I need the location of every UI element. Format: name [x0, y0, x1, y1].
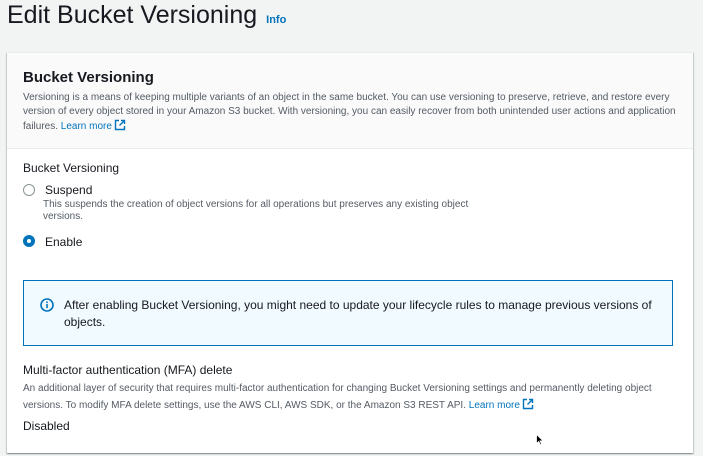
info-alert: After enabling Bucket Versioning, you mi… [23, 280, 673, 346]
mouse-pointer-icon [536, 434, 544, 446]
info-link[interactable]: Info [266, 14, 286, 26]
page-header: Edit Bucket Versioning Info [7, 0, 286, 32]
panel-title: Bucket Versioning [23, 69, 154, 86]
radio-suspend-control[interactable] [23, 184, 35, 196]
mfa-learn-more-link[interactable]: Learn more [468, 398, 534, 411]
learn-more-label: Learn more [60, 121, 112, 132]
mfa-title: Multi-factor authentication (MFA) delete [23, 363, 233, 377]
alert-text: After enabling Bucket Versioning, you mi… [64, 298, 652, 329]
versioning-field-label: Bucket Versioning [23, 161, 120, 175]
mfa-description: An additional layer of security that req… [23, 380, 683, 414]
radio-enable-control[interactable] [23, 235, 35, 247]
bucket-versioning-panel: Bucket Versioning Versioning is a means … [7, 52, 693, 453]
radio-enable[interactable]: Enable [23, 235, 82, 249]
info-circle-icon [40, 298, 54, 312]
radio-suspend-description: This suspends the creation of object ver… [43, 199, 469, 222]
mfa-learn-more-label: Learn more [468, 400, 520, 411]
panel-header: Bucket Versioning Versioning is a means … [7, 53, 693, 149]
learn-more-link[interactable]: Learn more [60, 119, 126, 132]
external-link-icon [114, 119, 126, 131]
page-title: Edit Bucket Versioning [7, 1, 258, 29]
mfa-description-text: An additional layer of security that req… [23, 383, 652, 411]
mfa-status-value: Disabled [23, 419, 70, 433]
panel-description: Versioning is a means of keeping multipl… [23, 91, 677, 134]
radio-suspend-label: Suspend [45, 183, 93, 197]
radio-suspend[interactable]: Suspend [23, 183, 92, 197]
radio-enable-label: Enable [45, 235, 83, 249]
external-link-icon [522, 398, 534, 410]
